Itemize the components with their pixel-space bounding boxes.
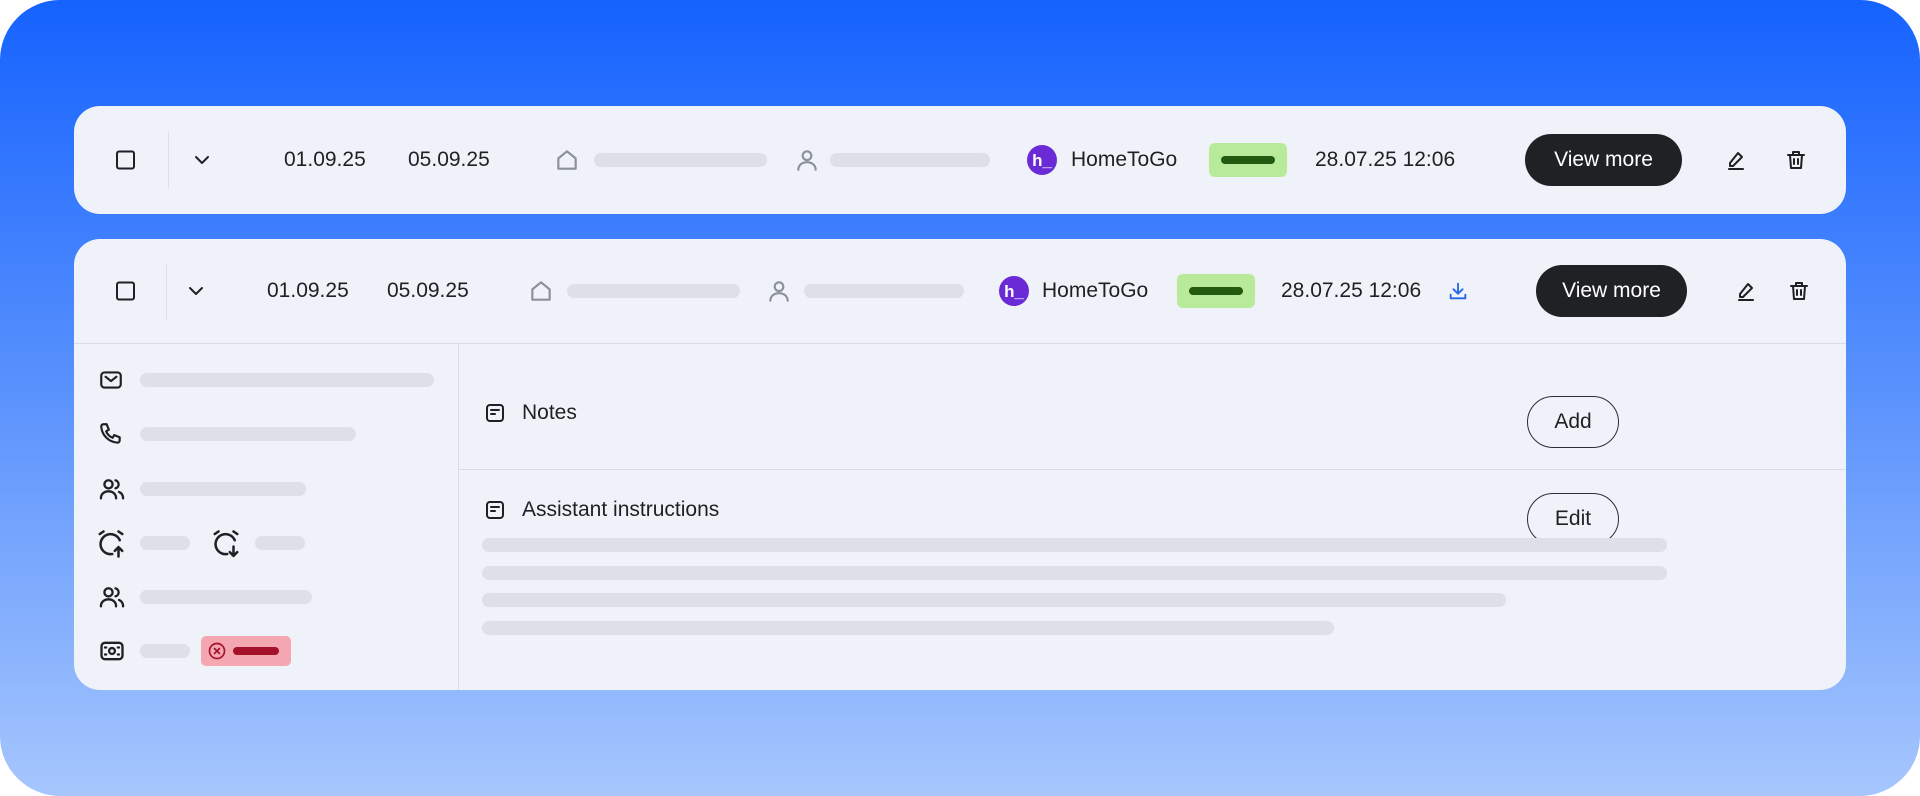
edit-icon bbox=[1738, 283, 1754, 301]
money-icon bbox=[100, 641, 124, 661]
checkout-date: 05.09.25 bbox=[387, 279, 469, 302]
user-icon bbox=[769, 281, 789, 302]
view-more-button[interactable]: View more bbox=[1536, 265, 1687, 317]
instructions-placeholder-line bbox=[482, 566, 1667, 580]
email-placeholder bbox=[140, 373, 434, 387]
checkin-date: 01.09.25 bbox=[267, 279, 349, 302]
payment-placeholder bbox=[140, 644, 190, 658]
delete-button[interactable] bbox=[1784, 148, 1808, 172]
property-placeholder bbox=[594, 153, 767, 167]
checkout-date: 05.09.25 bbox=[408, 148, 490, 171]
homtogo-logo: h_ bbox=[1027, 145, 1057, 175]
download-button[interactable] bbox=[1447, 280, 1469, 302]
note-icon bbox=[486, 501, 504, 519]
mail-icon bbox=[100, 371, 122, 389]
channel-name: HomeToGo bbox=[1071, 148, 1178, 171]
channel-name: HomeToGo bbox=[1042, 279, 1149, 302]
guest-details-panel bbox=[74, 343, 459, 690]
booking-row-expanded: 01.09.25 05.09.25 h_ HomeToGo 28.07.25 1… bbox=[74, 239, 1846, 690]
guest-placeholder bbox=[830, 153, 990, 167]
add-note-button[interactable]: Add bbox=[1527, 396, 1619, 448]
notes-section bbox=[483, 401, 507, 425]
guest-email-row bbox=[98, 367, 124, 393]
background-frame: 01.09.25 05.09.25 h_ HomeToGo 28.07.25 1… bbox=[0, 0, 1920, 796]
row-checkbox[interactable] bbox=[116, 150, 135, 170]
guests-placeholder bbox=[140, 482, 306, 496]
created-timestamp: 28.07.25 12:06 bbox=[1281, 279, 1422, 302]
phone-placeholder bbox=[140, 427, 356, 441]
checkin-date: 01.09.25 bbox=[284, 148, 366, 171]
edit-button[interactable] bbox=[1734, 279, 1758, 303]
section-divider bbox=[459, 469, 1846, 470]
row-divider bbox=[166, 265, 167, 319]
house-icon bbox=[531, 281, 551, 301]
view-more-button[interactable]: View more bbox=[1525, 134, 1682, 186]
status-badge bbox=[1177, 274, 1255, 308]
user-icon bbox=[797, 150, 817, 171]
payment-row bbox=[98, 637, 126, 665]
notes-panel: Notes Add Assistant instructions Edit bbox=[459, 343, 1846, 690]
arrival-time bbox=[96, 529, 126, 559]
instructions-placeholder-line bbox=[482, 621, 1334, 635]
trash-icon bbox=[1787, 151, 1805, 169]
status-badge bbox=[1209, 143, 1287, 177]
assistant-section bbox=[483, 498, 507, 522]
booking-row: 01.09.25 05.09.25 h_ HomeToGo 28.07.25 1… bbox=[74, 106, 1846, 214]
created-timestamp: 28.07.25 12:06 bbox=[1315, 148, 1456, 171]
cancel-circle-icon bbox=[208, 642, 226, 660]
delete-button[interactable] bbox=[1787, 279, 1811, 303]
notes-title: Notes bbox=[522, 401, 577, 424]
guest-field bbox=[766, 278, 792, 304]
guest-placeholder bbox=[804, 284, 964, 298]
property-placeholder bbox=[567, 284, 740, 298]
homtogo-logo: h_ bbox=[999, 276, 1029, 306]
payment-status-badge bbox=[201, 636, 291, 666]
expand-chevron-button[interactable] bbox=[190, 148, 214, 172]
chevron-down-icon bbox=[195, 156, 209, 164]
departure-time bbox=[211, 529, 241, 559]
departure-placeholder bbox=[255, 536, 305, 550]
trash-icon bbox=[1790, 282, 1808, 300]
row-checkbox[interactable] bbox=[116, 281, 135, 301]
phone-icon bbox=[100, 423, 121, 444]
edit-button[interactable] bbox=[1724, 148, 1748, 172]
house-icon bbox=[557, 150, 577, 170]
edit-icon bbox=[1728, 152, 1744, 170]
booking-row-collapsed: 01.09.25 05.09.25 h_ HomeToGo 28.07.25 1… bbox=[74, 106, 1846, 214]
alarm-arrive-icon bbox=[98, 530, 124, 558]
arrival-placeholder bbox=[140, 536, 190, 550]
collapse-chevron-button[interactable] bbox=[184, 279, 208, 303]
guest-count-row bbox=[98, 475, 126, 503]
guest-names-row bbox=[98, 583, 126, 611]
property-field bbox=[528, 278, 554, 304]
instructions-placeholder-line bbox=[482, 593, 1506, 607]
guests-icon bbox=[99, 479, 125, 500]
note-icon bbox=[486, 404, 504, 422]
download-icon bbox=[1449, 282, 1467, 300]
booking-row: 01.09.25 05.09.25 h_ HomeToGo 28.07.25 1… bbox=[74, 239, 1846, 344]
instructions-placeholder-line bbox=[482, 538, 1667, 552]
row-divider bbox=[168, 132, 169, 188]
guest-field bbox=[794, 147, 820, 173]
chevron-down-icon bbox=[189, 287, 203, 295]
guest-phone-row bbox=[98, 421, 124, 447]
alarm-leave-icon bbox=[213, 530, 239, 558]
property-field bbox=[554, 147, 580, 173]
names-placeholder bbox=[140, 590, 312, 604]
assistant-instructions-title: Assistant instructions bbox=[522, 498, 720, 521]
guests-icon bbox=[99, 587, 125, 608]
